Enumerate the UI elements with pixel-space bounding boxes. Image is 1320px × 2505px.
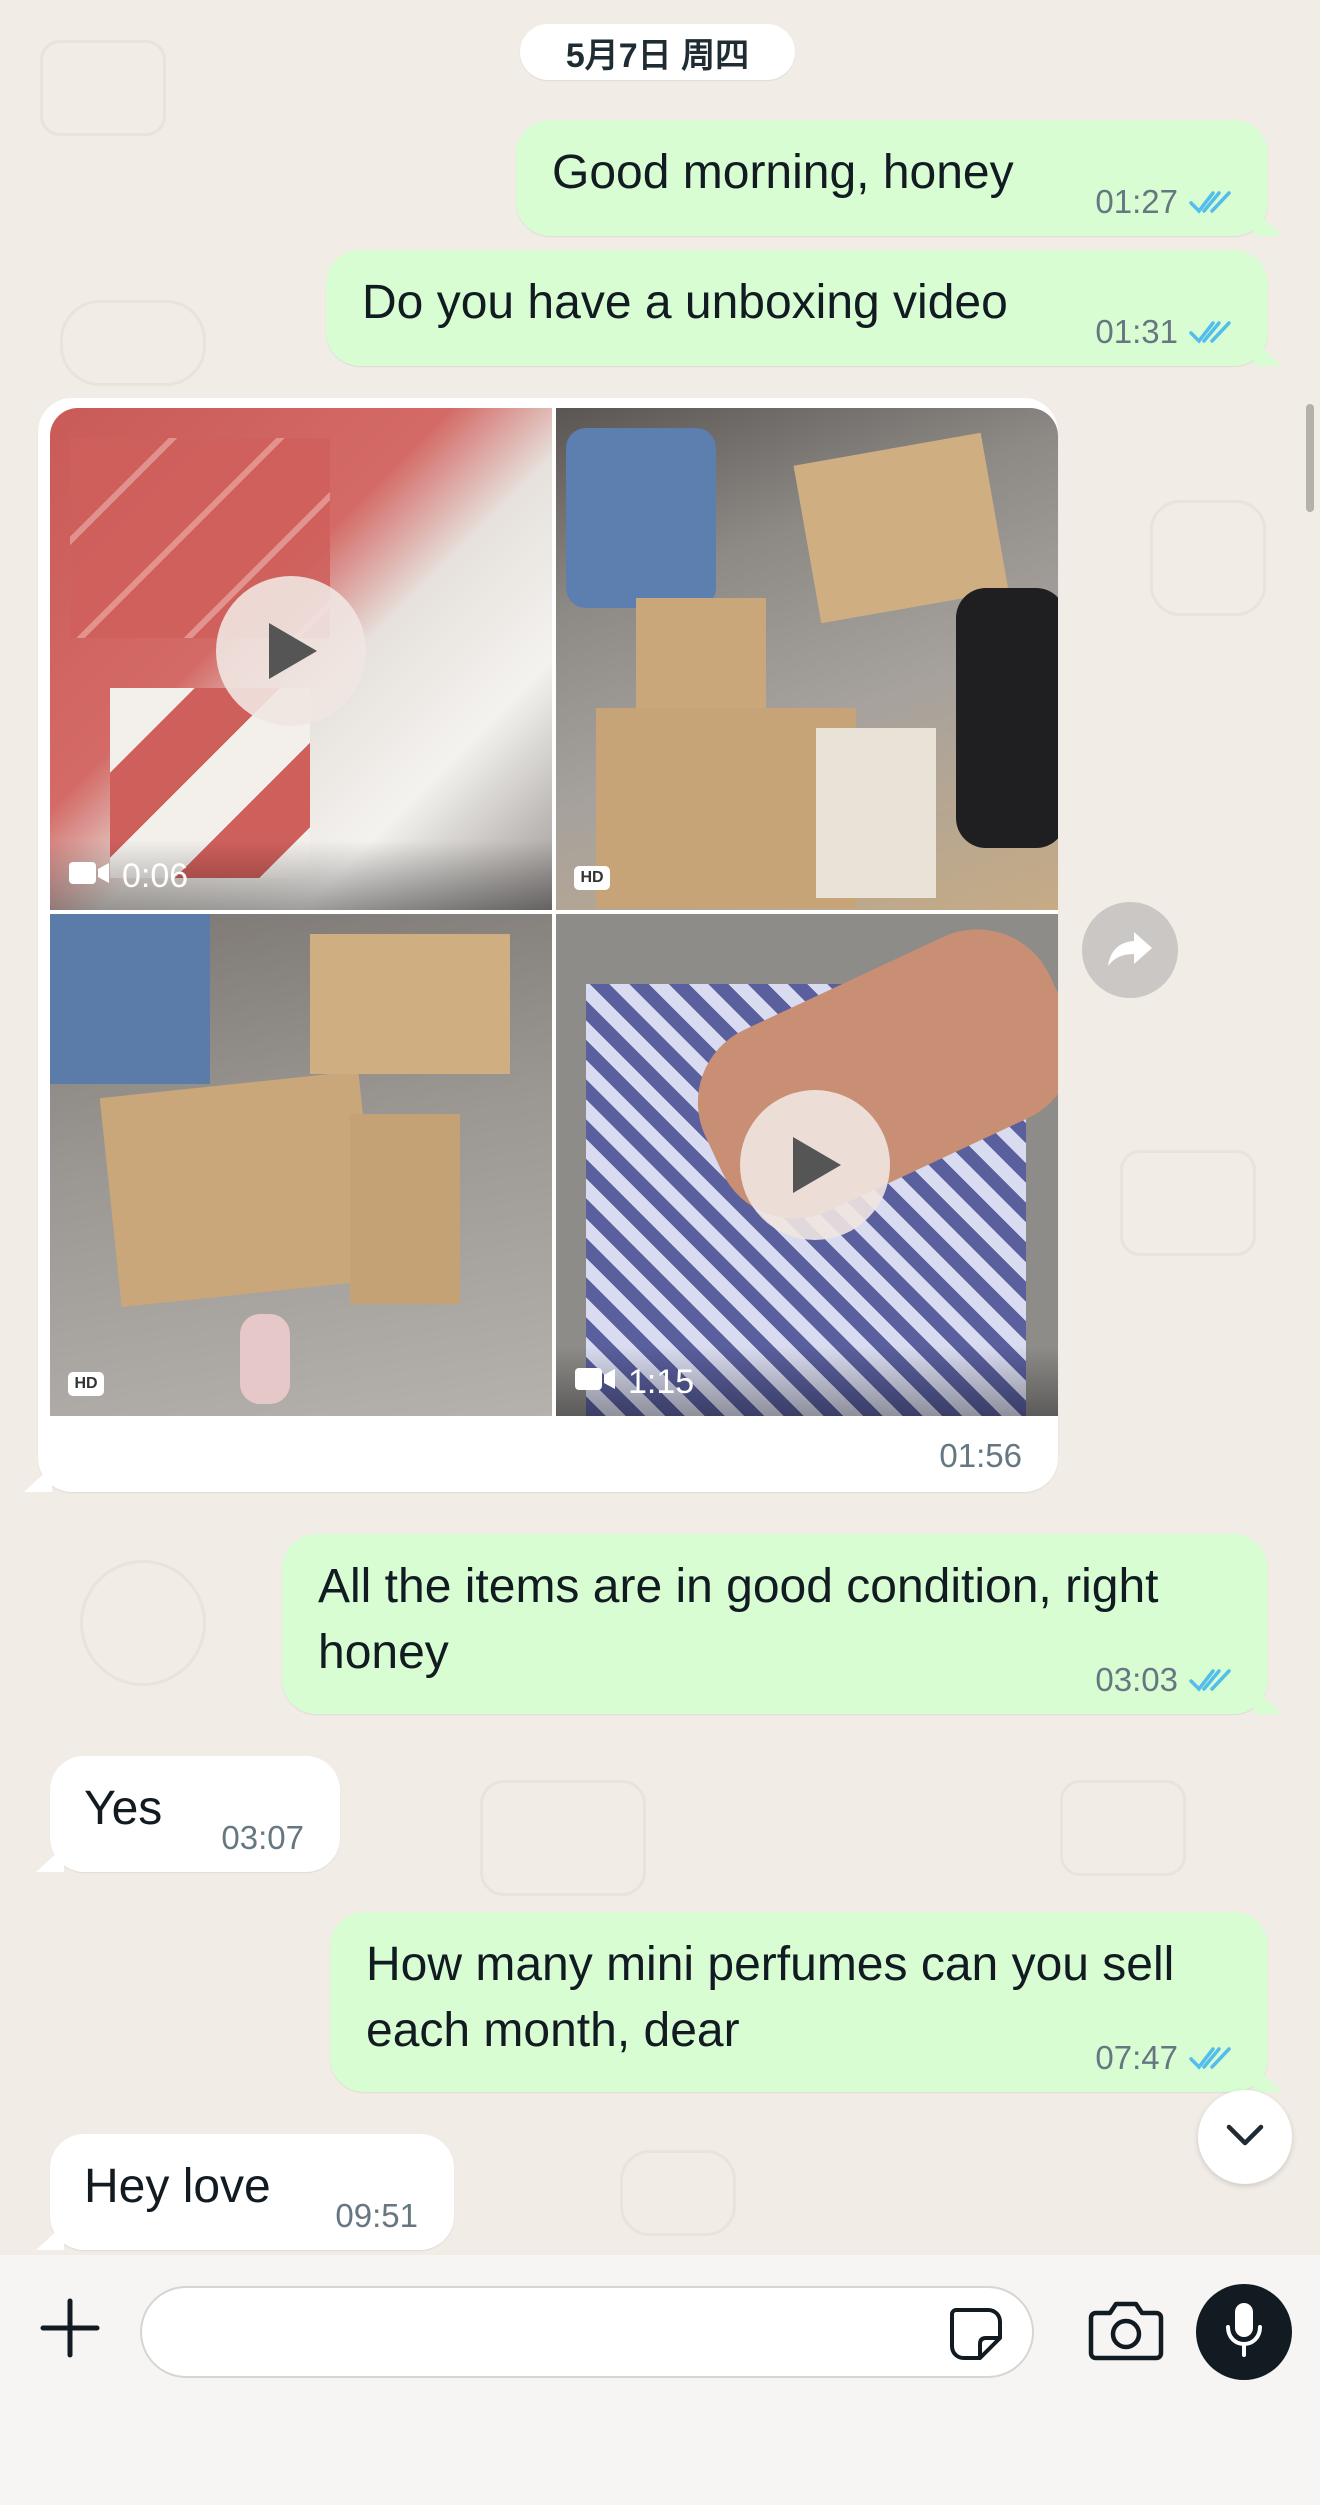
chevron-down-icon bbox=[1225, 2122, 1265, 2153]
video-thumbnail[interactable]: 1:15 bbox=[556, 914, 1058, 1416]
thumbnail-image-content bbox=[99, 1070, 381, 1308]
thumbnail-image-content bbox=[636, 598, 766, 708]
message-outgoing[interactable]: Good morning, honey 01:27 bbox=[516, 120, 1282, 236]
hd-badge: HD bbox=[68, 1372, 104, 1396]
thumbnail-image-content bbox=[350, 1114, 460, 1304]
message-text: How many mini perfumes can you sell each… bbox=[366, 1938, 1175, 2057]
thumbnail-image-content bbox=[956, 588, 1058, 848]
wallpaper-doodle bbox=[1150, 500, 1266, 616]
thumbnail-image-content bbox=[310, 934, 510, 1074]
thumbnail-image-content bbox=[816, 728, 936, 898]
video-thumbnail[interactable]: 0:06 bbox=[50, 408, 552, 910]
message-outgoing[interactable]: All the items are in good condition, rig… bbox=[282, 1534, 1282, 1714]
wallpaper-doodle bbox=[1120, 1150, 1256, 1256]
chat-background: 5月7日 周四 Good morning, honey 01:27 Do you… bbox=[0, 0, 1320, 2255]
wallpaper-doodle bbox=[1060, 1780, 1186, 1876]
wallpaper-doodle bbox=[60, 300, 206, 386]
video-duration: 1:15 bbox=[628, 1363, 695, 1401]
message-incoming[interactable]: Yes 03:07 bbox=[36, 1756, 340, 1872]
message-text: Yes bbox=[84, 1782, 163, 1835]
double-check-read-icon bbox=[1188, 1666, 1232, 1694]
video-duration-label: 1:15 bbox=[574, 1363, 694, 1402]
video-duration-label: 0:06 bbox=[68, 857, 188, 896]
message-text: Do you have a unboxing video bbox=[362, 276, 1008, 329]
voice-message-button[interactable] bbox=[1196, 2284, 1292, 2380]
message-meta: 03:07 bbox=[221, 1818, 304, 1858]
sticker-icon[interactable] bbox=[946, 2304, 1006, 2364]
message-text: Good morning, honey bbox=[552, 146, 1014, 199]
double-check-read-icon bbox=[1188, 318, 1232, 346]
message-time: 09:51 bbox=[335, 2197, 418, 2234]
message-text-field[interactable] bbox=[140, 2286, 1034, 2378]
play-icon[interactable] bbox=[740, 1090, 890, 1240]
camera-icon bbox=[1088, 2299, 1164, 2366]
thumbnail-image-content bbox=[50, 914, 210, 1084]
message-input[interactable] bbox=[172, 2288, 956, 2378]
media-album-message[interactable]: 0:06 HD HD 1:15 01:56 bbox=[24, 398, 1058, 1492]
scrollbar[interactable] bbox=[1306, 404, 1314, 512]
message-meta: 07:47 bbox=[1095, 2038, 1232, 2078]
message-time: 01:31 bbox=[1095, 313, 1178, 350]
message-time: 01:27 bbox=[1095, 183, 1178, 220]
scroll-to-bottom-button[interactable] bbox=[1198, 2090, 1292, 2184]
message-outgoing[interactable]: Do you have a unboxing video 01:31 bbox=[326, 250, 1282, 366]
message-meta: 01:27 bbox=[1095, 182, 1232, 222]
hd-badge: HD bbox=[574, 866, 610, 890]
image-thumbnail[interactable]: HD bbox=[50, 914, 552, 1416]
message-time: 03:03 bbox=[1095, 1661, 1178, 1698]
message-time: 03:07 bbox=[221, 1819, 304, 1856]
play-icon[interactable] bbox=[216, 576, 366, 726]
video-camera-icon bbox=[574, 1363, 616, 1402]
wallpaper-doodle bbox=[40, 40, 166, 136]
image-thumbnail[interactable]: HD bbox=[556, 408, 1058, 910]
attach-button[interactable] bbox=[36, 2296, 104, 2364]
message-time: 01:56 bbox=[939, 1437, 1022, 1474]
message-meta: 09:51 bbox=[335, 2196, 418, 2236]
message-meta: 01:56 bbox=[939, 1436, 1022, 1476]
message-text: All the items are in good condition, rig… bbox=[318, 1560, 1159, 1679]
forward-arrow-icon bbox=[1106, 928, 1154, 973]
message-time: 07:47 bbox=[1095, 2039, 1178, 2076]
double-check-read-icon bbox=[1188, 188, 1232, 216]
camera-button[interactable] bbox=[1086, 2296, 1166, 2368]
double-check-read-icon bbox=[1188, 2044, 1232, 2072]
date-chip: 5月7日 周四 bbox=[520, 24, 795, 80]
video-camera-icon bbox=[68, 857, 110, 896]
wallpaper-doodle bbox=[80, 1560, 206, 1686]
thumbnail-image-content bbox=[240, 1314, 290, 1404]
forward-button[interactable] bbox=[1082, 902, 1178, 998]
microphone-icon bbox=[1224, 2301, 1264, 2364]
message-outgoing[interactable]: How many mini perfumes can you sell each… bbox=[330, 1912, 1282, 2092]
wallpaper-doodle bbox=[480, 1780, 646, 1896]
message-meta: 01:31 bbox=[1095, 312, 1232, 352]
message-incoming[interactable]: Hey love 09:51 bbox=[36, 2134, 454, 2250]
plus-icon bbox=[39, 2297, 101, 2364]
message-meta: 03:03 bbox=[1095, 1660, 1232, 1700]
thumbnail-image-content bbox=[566, 428, 716, 608]
video-duration: 0:06 bbox=[122, 857, 189, 895]
message-text: Hey love bbox=[84, 2160, 271, 2213]
wallpaper-doodle bbox=[620, 2150, 736, 2236]
